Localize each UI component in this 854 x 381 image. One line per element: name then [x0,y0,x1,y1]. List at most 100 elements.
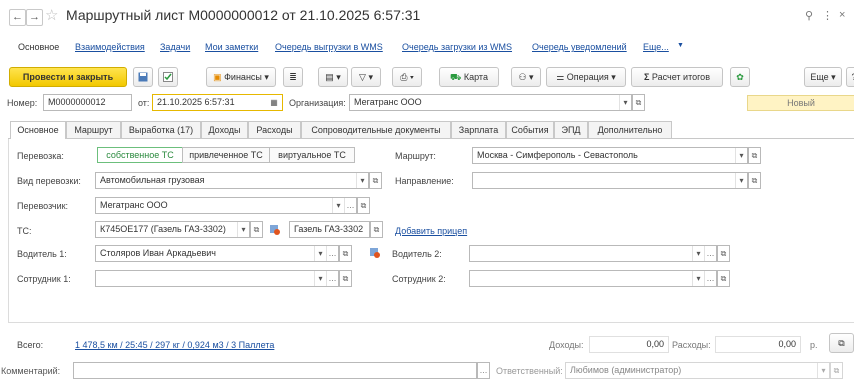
total-value-link[interactable]: 1 478,5 км / 25:45 / 297 кг / 0,924 м3 /… [75,340,274,350]
employee1-open-icon[interactable]: ⧉ [339,270,352,287]
filter-icon[interactable]: ▽ ▾ [351,67,381,87]
driver2-field[interactable]: ▾… [469,245,717,262]
select-ellipsis-icon[interactable]: … [326,271,338,286]
carrier-field[interactable]: Мегатранс ООО ▾… [95,197,357,214]
transport-virtual-toggle[interactable]: виртуальное ТС [269,147,355,163]
responsible-field[interactable]: Любимов (администратор) ▾ [565,362,830,379]
select-ellipsis-icon[interactable]: … [326,246,338,261]
chevron-down-icon[interactable]: ▾ [314,246,326,261]
comment-field[interactable] [73,362,477,379]
vehicle-open-icon[interactable]: ⧉ [250,221,263,238]
vehicle-model-field[interactable]: Газель ГАЗ-3302 [289,221,370,238]
post-icon[interactable] [158,67,178,87]
forward-button[interactable]: → [26,9,43,26]
favorite-star-icon[interactable]: ☆ [45,6,58,24]
vehicle-field[interactable]: К745ОЕ177 (Газель ГАЗ-3302) ▾ [95,221,250,238]
users-button[interactable]: ⚇ ▾ [511,67,541,87]
kind-open-icon[interactable]: ⧉ [369,172,382,189]
driver1-field[interactable]: Столяров Иван Аркадьевич ▾… [95,245,339,262]
tab-additional[interactable]: Дополнительно [588,121,672,138]
employee2-open-icon[interactable]: ⧉ [717,270,730,287]
plugin-icon[interactable]: ✿ [730,67,750,87]
more-button[interactable]: Еще ▾ [804,67,842,87]
chevron-down-icon[interactable]: ▾ [332,198,344,213]
close-icon[interactable]: × [839,9,845,21]
carrier-open-icon[interactable]: ⧉ [357,197,370,214]
driver1-open-icon[interactable]: ⧉ [339,245,352,262]
transport-own-toggle[interactable]: собственное ТС [97,147,183,163]
save-icon[interactable] [133,67,153,87]
tab-main[interactable]: Основное [10,121,66,139]
kind-value: Автомобильная грузовая [100,175,205,185]
link-more[interactable]: Еще... [643,42,669,52]
income-value: 0,00 [589,336,669,353]
chevron-down-icon[interactable]: ▾ [692,246,704,261]
link-interactions[interactable]: Взаимодействия [75,42,145,52]
tab-income[interactable]: Доходы [201,121,248,138]
chevron-down-icon[interactable]: ▾ [735,148,747,163]
org-field[interactable]: Мегатранс ООО ▾ [349,94,632,111]
employee2-field[interactable]: ▾… [469,270,717,287]
direction-field[interactable]: ▾ [472,172,748,189]
link-tasks[interactable]: Задачи [160,42,190,52]
back-button[interactable]: ← [9,9,26,26]
tab-documents[interactable]: Сопроводительные документы [301,121,451,138]
calc-totals-button[interactable]: Σ Расчет итогов [631,67,723,87]
number-field[interactable]: М0000000012 [43,94,132,111]
select-ellipsis-icon[interactable]: … [344,198,356,213]
org-open-icon[interactable]: ⧉ [632,94,645,111]
map-icon: ⛟ [450,72,462,82]
finances-icon: ▣ [213,72,222,82]
more-label: Еще [810,72,829,82]
employee1-field[interactable]: ▾… [95,270,339,287]
driver2-open-icon[interactable]: ⧉ [717,245,730,262]
tab-expenses[interactable]: Расходы [248,121,301,138]
driver2-label: Водитель 2: [392,249,442,259]
date-label: от: [138,98,150,108]
link-wms-out[interactable]: Очередь выгрузки в WMS [275,42,383,52]
finances-button[interactable]: ▣ Финансы ▾ [206,67,276,87]
tab-output[interactable]: Выработка (17) [121,121,201,138]
more-dropdown-icon[interactable]: ▼ [677,42,684,49]
comment-ellipsis-icon[interactable]: … [477,362,490,379]
route-field[interactable]: Москва - Симферополь - Севастополь ▾ [472,147,748,164]
link-icon[interactable]: ⚲ [805,9,813,22]
tab-route[interactable]: Маршрут [66,121,121,138]
link-notes[interactable]: Мои заметки [205,42,258,52]
details-icon[interactable]: ⧉ [829,333,854,353]
link-notifications[interactable]: Очередь уведомлений [532,42,627,52]
direction-open-icon[interactable]: ⧉ [748,172,761,189]
kind-field[interactable]: Автомобильная грузовая ▾ [95,172,369,189]
help-button[interactable]: ? [846,67,854,87]
chevron-down-icon[interactable]: ▾ [237,222,249,237]
responsible-label: Ответственный: [496,366,563,376]
chevron-down-icon[interactable]: ▾ [619,95,631,110]
add-trailer-link[interactable]: Добавить прицеп [395,226,467,236]
model-open-icon[interactable]: ⧉ [370,221,383,238]
route-open-icon[interactable]: ⧉ [748,147,761,164]
chevron-down-icon[interactable]: ▾ [735,173,747,188]
report-icon[interactable]: ≣ [283,67,303,87]
create-based-button[interactable]: ▤ ▾ [318,67,348,87]
responsible-open-icon[interactable]: ⧉ [830,362,843,379]
tab-events[interactable]: События [506,121,554,138]
select-ellipsis-icon[interactable]: … [704,246,716,261]
operation-button[interactable]: ⚌ Операция ▾ [546,67,626,87]
chevron-down-icon[interactable]: ▾ [314,271,326,286]
link-main[interactable]: Основное [18,42,59,52]
chevron-down-icon[interactable]: ▾ [356,173,368,188]
more-menu-icon[interactable]: ⋮ [822,9,833,22]
chevron-down-icon[interactable]: ▾ [817,363,829,378]
link-wms-in[interactable]: Очередь загрузки из WMS [402,42,512,52]
select-ellipsis-icon[interactable]: … [704,271,716,286]
tab-epd[interactable]: ЭПД [554,121,588,138]
post-and-close-button[interactable]: Провести и закрыть [9,67,127,87]
operation-label: Операция [566,72,609,82]
tab-salary[interactable]: Зарплата [451,121,506,138]
date-field[interactable]: 21.10.2025 6:57:31 ▦ [152,94,283,111]
map-button[interactable]: ⛟ Карта [439,67,499,87]
calendar-icon[interactable]: ▦ [268,95,280,110]
print-button[interactable]: ⎙ ▾ [392,67,422,87]
transport-hired-toggle[interactable]: привлеченное ТС [182,147,270,163]
chevron-down-icon[interactable]: ▾ [692,271,704,286]
